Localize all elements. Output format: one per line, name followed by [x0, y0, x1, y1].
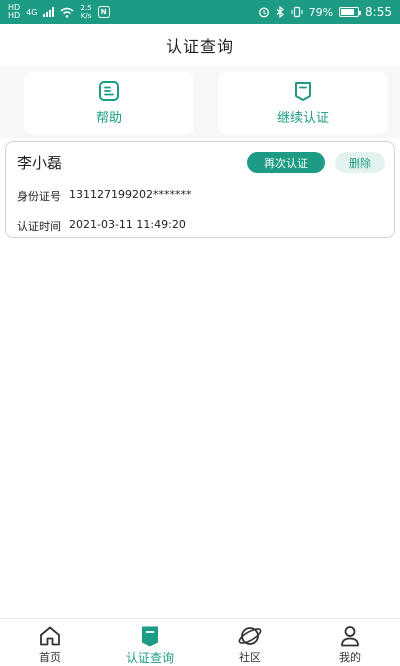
vibrate-icon [291, 6, 303, 18]
user-icon [341, 626, 359, 647]
battery-percent: 79% [308, 5, 334, 19]
tab-community[interactable]: 社区 [200, 619, 300, 666]
bottom-tab-bar: 首页 认证查询 社区 我的 [0, 618, 400, 666]
status-bar: HD HD 4G 2.5 K/s N 79% 8:55 [0, 0, 400, 24]
help-button[interactable]: 帮助 [24, 72, 194, 134]
reverify-button[interactable]: 再次认证 [247, 152, 325, 173]
continue-verify-icon [295, 82, 311, 101]
signal-icon [43, 7, 55, 17]
nfc-icon: N [97, 6, 110, 18]
page-title: 认证查询 [165, 37, 234, 56]
verify-time-label: 认证时间 [17, 220, 61, 233]
id-number-value: 131127199202******* [69, 188, 192, 201]
tab-verify-query-label: 认证查询 [125, 651, 174, 665]
help-doc-icon [99, 81, 119, 101]
tab-mine-label: 我的 [339, 651, 361, 664]
tab-home-label: 首页 [39, 651, 61, 664]
tab-mine[interactable]: 我的 [300, 619, 400, 666]
tab-community-label: 社区 [239, 651, 261, 664]
verify-time-value: 2021-03-11 11:49:20 [69, 218, 186, 231]
status-time: 8:55 [365, 5, 392, 19]
record-name: 李小磊 [17, 154, 63, 172]
verification-record-card: 李小磊 再次认证 删除 身份证号 131127199202******* 认证时… [5, 141, 395, 238]
delete-button[interactable]: 删除 [335, 152, 385, 173]
bluetooth-icon [276, 6, 284, 18]
continue-verify-label: 继续认证 [276, 111, 329, 126]
help-label: 帮助 [95, 111, 122, 126]
continue-verify-button[interactable]: 继续认证 [218, 72, 388, 134]
action-area: 帮助 继续认证 [0, 66, 400, 138]
tab-verify-query[interactable]: 认证查询 [100, 619, 200, 666]
id-number-row: 身份证号 131127199202******* [17, 188, 191, 204]
net-speed: 2.5 K/s [80, 4, 92, 20]
verify-query-icon [142, 626, 158, 647]
title-bar: 认证查询 [0, 24, 400, 66]
tab-home[interactable]: 首页 [0, 619, 100, 666]
planet-icon [238, 627, 262, 645]
battery-icon [339, 7, 362, 17]
wifi-icon [61, 7, 74, 18]
network-type: HD HD [8, 3, 21, 20]
verify-time-row: 认证时间 2021-03-11 11:49:20 [17, 218, 186, 234]
id-number-label: 身份证号 [17, 190, 61, 203]
network-4g-label: 4G [26, 7, 38, 17]
home-icon [40, 626, 60, 646]
alarm-icon [258, 7, 269, 18]
